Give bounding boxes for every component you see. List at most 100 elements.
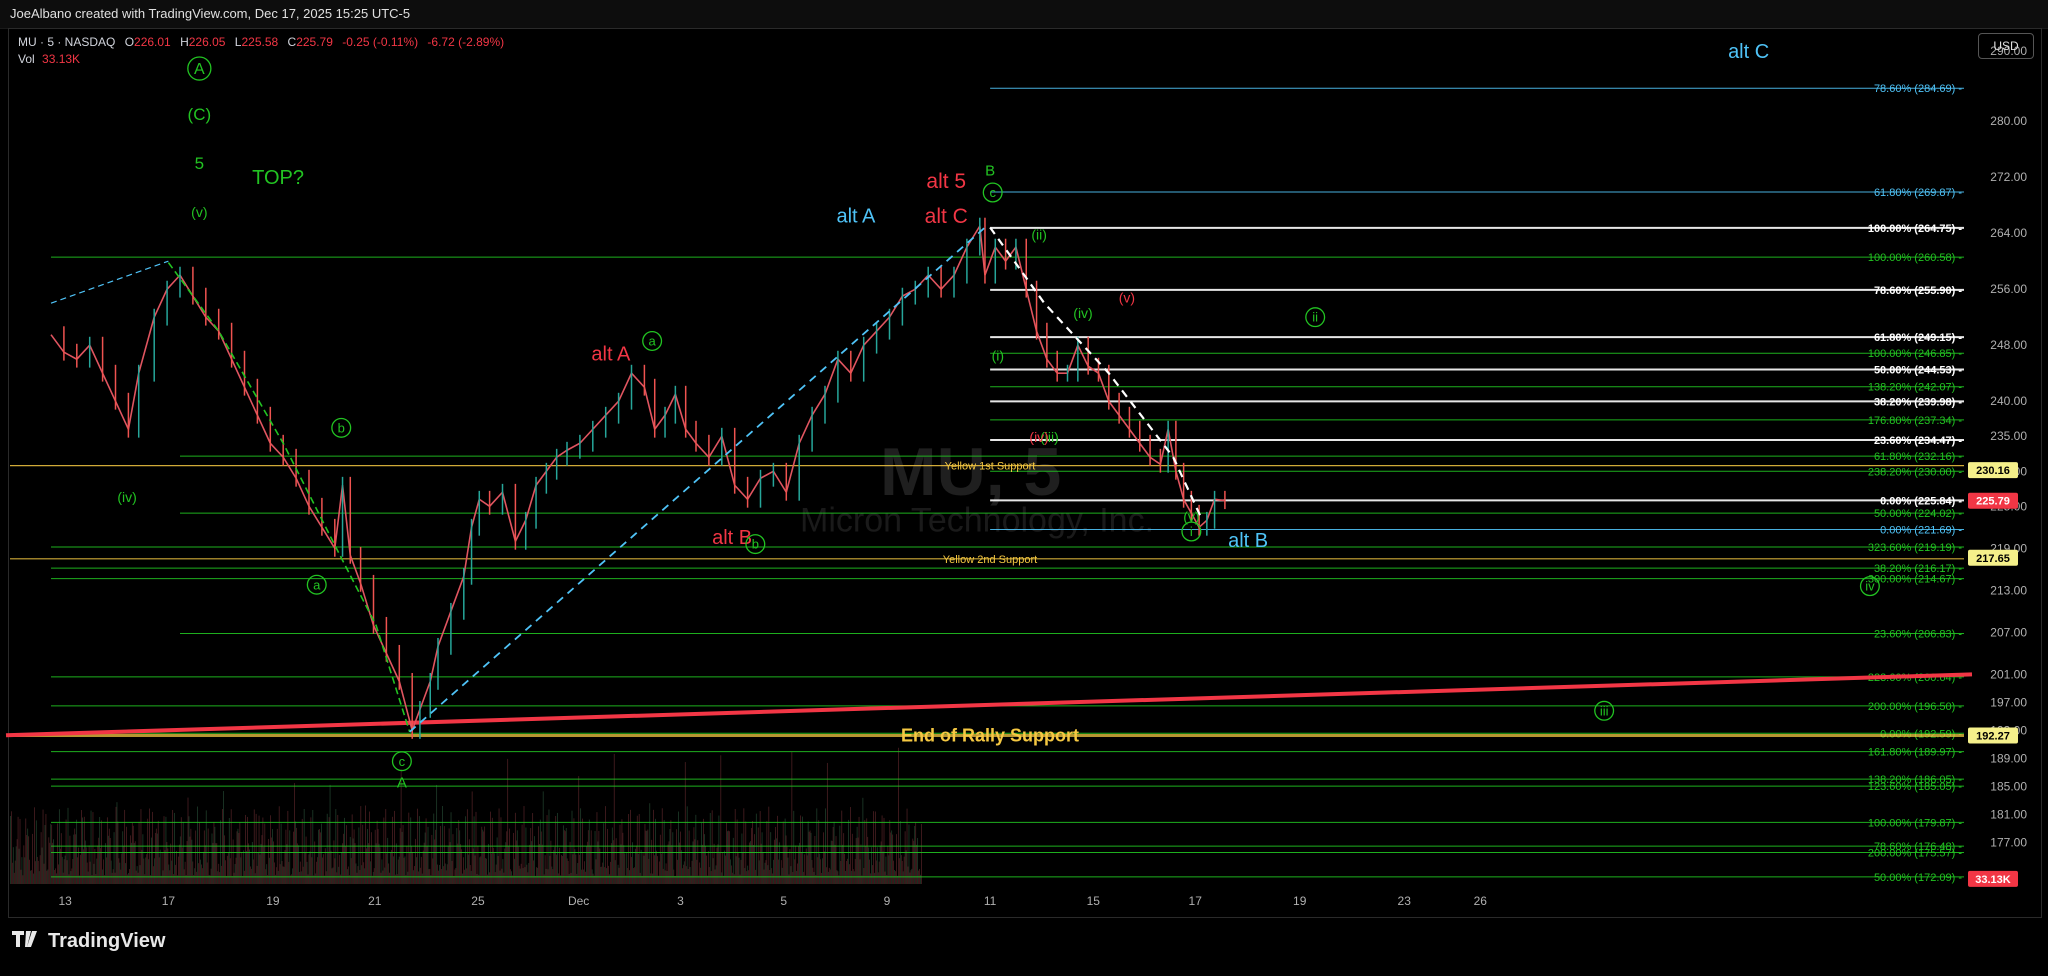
volume-bar bbox=[386, 853, 388, 884]
volume-bar bbox=[467, 854, 469, 884]
support-label: End of Rally Support bbox=[901, 726, 1079, 746]
volume-bar bbox=[341, 852, 342, 884]
volume-bar bbox=[826, 867, 827, 884]
volume-bar bbox=[479, 857, 481, 884]
volume-bar bbox=[764, 862, 766, 884]
volume-bar bbox=[768, 806, 770, 884]
volume-bar bbox=[306, 861, 308, 884]
volume-bar bbox=[311, 857, 313, 884]
volume-bar bbox=[481, 826, 483, 884]
volume-bar bbox=[710, 871, 712, 884]
volume-bar bbox=[241, 851, 243, 884]
volume-bar bbox=[34, 861, 36, 884]
volume-bar bbox=[550, 840, 552, 884]
volume-bar bbox=[795, 845, 797, 884]
x-tick-label: Dec bbox=[568, 894, 589, 908]
wave-label: iv bbox=[1865, 579, 1875, 594]
volume-bar bbox=[280, 823, 282, 884]
volume-bar bbox=[218, 863, 220, 884]
volume-bar bbox=[525, 827, 527, 884]
volume-bar bbox=[874, 872, 875, 884]
volume-bar bbox=[904, 831, 906, 884]
volume-bar bbox=[736, 819, 738, 884]
volume-bar bbox=[161, 852, 163, 884]
volume-bar bbox=[256, 865, 258, 884]
volume-bar bbox=[895, 871, 896, 884]
volume-bar bbox=[229, 858, 231, 884]
volume-bar bbox=[317, 857, 318, 884]
volume-bar bbox=[127, 874, 128, 884]
volume-bar bbox=[39, 855, 41, 884]
volume-bar bbox=[126, 826, 127, 884]
volume-bar bbox=[549, 855, 551, 884]
volume-bar bbox=[420, 856, 422, 884]
volume-bar bbox=[444, 863, 446, 884]
volume-bar bbox=[457, 843, 459, 884]
volume-bar bbox=[76, 819, 78, 884]
volume-bar bbox=[404, 856, 406, 884]
fib-label: 0.00% (225.84) - bbox=[1880, 495, 1962, 507]
volume-bar bbox=[353, 829, 355, 884]
volume-bar bbox=[538, 826, 539, 884]
volume-bar bbox=[134, 841, 136, 884]
volume-bar bbox=[902, 871, 904, 884]
volume-bar bbox=[882, 851, 884, 884]
volume-bar bbox=[50, 823, 52, 884]
volume-bar bbox=[500, 817, 502, 884]
volume-bar bbox=[234, 864, 236, 884]
volume-bar bbox=[476, 874, 478, 884]
volume-bar bbox=[619, 824, 621, 884]
symbol-name[interactable]: MU · 5 · NASDAQ bbox=[18, 35, 115, 49]
volume-bar bbox=[202, 851, 204, 884]
volume-bar bbox=[553, 850, 555, 884]
volume-bar bbox=[477, 845, 479, 884]
volume-bar bbox=[252, 859, 254, 884]
volume-bar bbox=[528, 863, 530, 884]
volume-bar bbox=[660, 853, 662, 884]
volume-bar bbox=[253, 809, 255, 884]
volume-bar bbox=[203, 830, 205, 884]
volume-bar bbox=[192, 861, 194, 884]
y-tick-label: 264.00 bbox=[1990, 226, 2027, 240]
currency-button[interactable]: USD bbox=[1978, 33, 2034, 59]
x-tick-label: 17 bbox=[162, 894, 176, 908]
volume-bar bbox=[533, 860, 534, 884]
price-chart[interactable]: MU, 5Micron Technology, Inc.290.00280.00… bbox=[0, 0, 2048, 976]
volume-bar bbox=[541, 844, 543, 884]
volume-bar bbox=[809, 830, 811, 884]
volume-bar bbox=[564, 831, 566, 884]
volume-bar bbox=[45, 813, 47, 884]
volume-bar bbox=[653, 809, 654, 884]
volume-bar bbox=[186, 841, 188, 884]
volume-bar bbox=[196, 871, 198, 884]
volume-bar bbox=[291, 874, 293, 884]
volume-bar bbox=[679, 842, 680, 884]
volume-bar bbox=[561, 855, 562, 884]
fib-label: 238.20% (230.00) - bbox=[1868, 466, 1963, 478]
y-tick-label: 280.00 bbox=[1990, 114, 2027, 128]
tradingview-logo[interactable]: TradingView bbox=[12, 930, 165, 953]
volume-bar bbox=[832, 826, 834, 884]
volume-bar bbox=[711, 810, 713, 884]
volume-bar bbox=[439, 864, 440, 884]
volume-bar bbox=[80, 854, 81, 884]
volume-bar bbox=[153, 866, 154, 884]
volume-bar bbox=[159, 849, 161, 884]
volume-bar bbox=[56, 873, 57, 884]
volume-bar bbox=[78, 847, 79, 884]
volume-bar bbox=[47, 869, 49, 884]
volume-bar bbox=[623, 845, 625, 884]
volume-bar bbox=[114, 872, 116, 884]
volume-bar bbox=[463, 857, 464, 884]
volume-bar bbox=[901, 860, 903, 884]
volume-bar bbox=[331, 868, 333, 884]
volume-bar bbox=[812, 867, 814, 884]
volume-bar bbox=[540, 831, 542, 884]
volume-bar bbox=[321, 823, 322, 884]
volume-bar bbox=[433, 813, 435, 884]
volume-bar bbox=[130, 842, 132, 884]
volume-bar bbox=[344, 817, 345, 884]
volume-bar bbox=[520, 863, 522, 884]
volume-bar bbox=[850, 807, 851, 884]
volume-bar bbox=[373, 868, 375, 884]
